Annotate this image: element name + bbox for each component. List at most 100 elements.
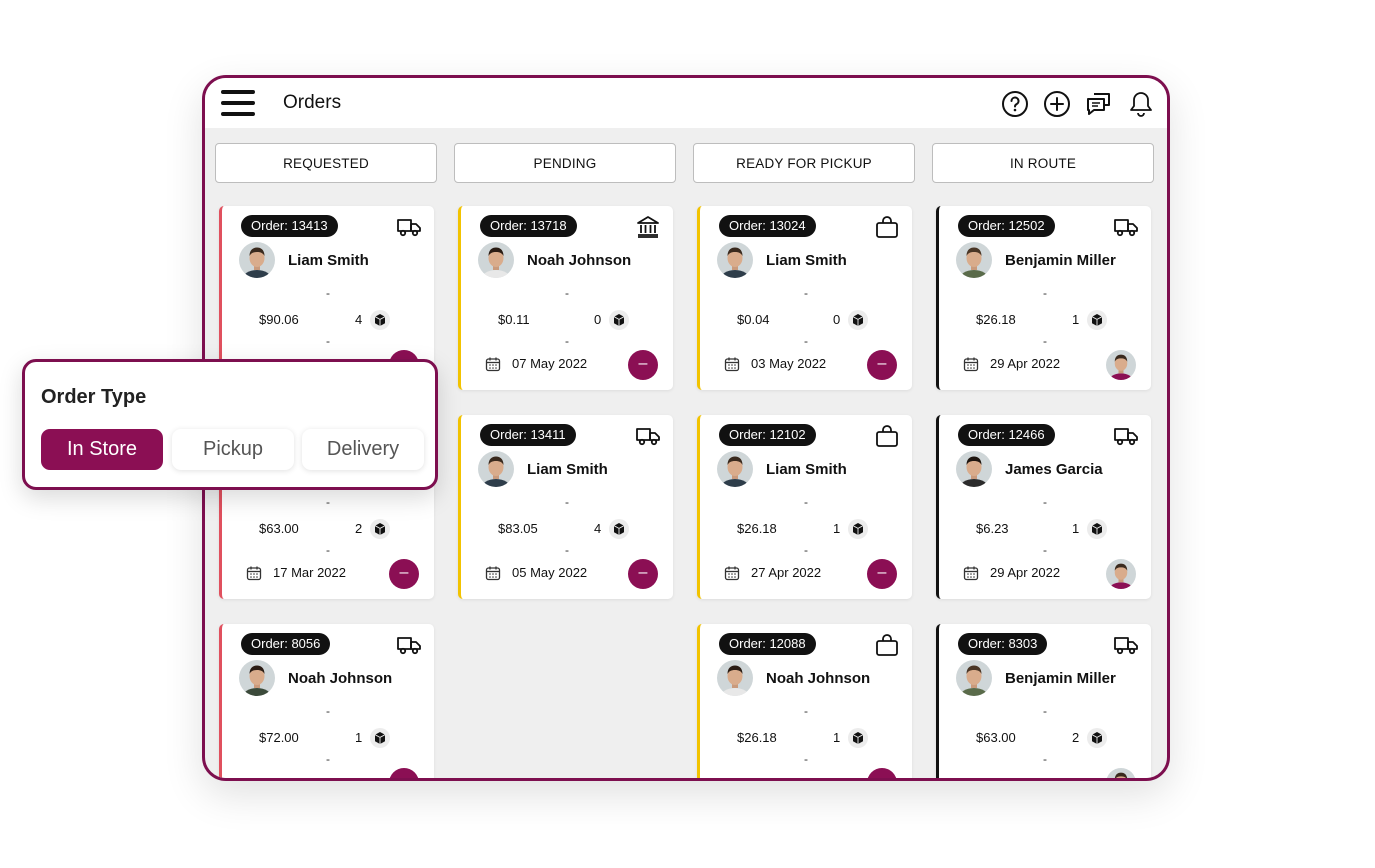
driver-avatar[interactable] (1106, 559, 1136, 589)
order-card[interactable]: Order: 12088 Noah Johnson - $26.18 1 - – (697, 624, 912, 778)
driver-avatar[interactable] (1106, 768, 1136, 778)
order-card[interactable]: Order: 12466 James Garcia - $6.23 1 - 29 Apr 2… (936, 415, 1151, 599)
page-title: Orders (283, 92, 342, 113)
remove-order-button[interactable]: – (867, 559, 897, 589)
order-total: $0.11 (498, 312, 530, 327)
customer-name: Noah Johnson (527, 252, 632, 269)
customer-name: Liam Smith (766, 252, 847, 269)
remove-order-button[interactable]: – (389, 559, 419, 589)
item-count: 4 (355, 312, 363, 327)
chat-icon[interactable] (1085, 90, 1113, 118)
separator: - (1043, 752, 1047, 766)
separator: - (804, 752, 808, 766)
customer-name: Liam Smith (766, 461, 847, 478)
box-icon (370, 728, 390, 748)
column-pending[interactable]: PENDING (454, 143, 676, 183)
customer-name: Benjamin Miller (1005, 670, 1116, 687)
item-count: 1 (1072, 521, 1080, 536)
box-icon (848, 310, 868, 330)
separator: - (326, 752, 330, 766)
column-ready-for-pickup[interactable]: READY FOR PICKUP (693, 143, 915, 183)
column-requested[interactable]: REQUESTED (215, 143, 437, 183)
avatar (956, 242, 992, 278)
truck-icon (635, 423, 661, 449)
menu-icon[interactable] (221, 90, 255, 116)
calendar-icon (724, 565, 740, 581)
remove-order-button[interactable]: – (628, 350, 658, 380)
pickup-option[interactable]: Pickup (172, 429, 294, 470)
order-card[interactable]: Order: 13024 Liam Smith - $0.04 0 - 03 May 202… (697, 206, 912, 390)
avatar (956, 451, 992, 487)
delivery-option[interactable]: Delivery (302, 429, 424, 470)
order-date: 07 May 2022 (512, 356, 588, 371)
bag-icon (874, 214, 900, 240)
separator: - (1043, 334, 1047, 348)
separator: - (565, 543, 569, 557)
customer-name: Noah Johnson (766, 670, 871, 687)
separator: - (565, 286, 569, 300)
separator: - (326, 334, 330, 348)
driver-avatar[interactable] (1106, 350, 1136, 380)
box-icon (848, 728, 868, 748)
item-count: 1 (355, 730, 363, 745)
order-card[interactable]: Order: 8303 Benjamin Miller - $63.00 2 - (936, 624, 1151, 778)
separator: - (804, 334, 808, 348)
separator: - (1043, 543, 1047, 557)
avatar (717, 451, 753, 487)
box-icon (1087, 728, 1107, 748)
bell-icon[interactable] (1127, 90, 1155, 118)
separator: - (326, 495, 330, 509)
remove-order-button[interactable]: – (867, 768, 897, 778)
add-icon[interactable] (1043, 90, 1071, 118)
box-icon (370, 519, 390, 539)
box-icon (848, 519, 868, 539)
customer-name: James Garcia (1005, 461, 1103, 478)
in-store-option[interactable]: In Store (41, 429, 163, 470)
order-card[interactable]: Order: 8056 Noah Johnson - $72.00 1 - – (219, 624, 434, 778)
calendar-icon (485, 565, 501, 581)
order-total: $26.18 (737, 521, 777, 536)
item-count: 0 (833, 312, 841, 327)
separator: - (804, 286, 808, 300)
avatar (717, 660, 753, 696)
order-number: Order: 13411 (480, 424, 576, 446)
avatar (956, 660, 992, 696)
remove-order-button[interactable]: – (628, 559, 658, 589)
separator: - (565, 495, 569, 509)
top-bar: Orders (205, 78, 1167, 128)
separator: - (326, 704, 330, 718)
order-card[interactable]: Order: 13718 Noah Johnson - $0.11 0 - 07 May 2… (458, 206, 673, 390)
order-date: 17 Mar 2022 (273, 565, 346, 580)
separator: - (326, 286, 330, 300)
box-icon (609, 519, 629, 539)
order-total: $6.23 (976, 521, 1009, 536)
customer-name: Benjamin Miller (1005, 252, 1116, 269)
truck-icon (1113, 423, 1139, 449)
order-total: $0.04 (737, 312, 770, 327)
calendar-icon (724, 356, 740, 372)
order-number: Order: 8056 (241, 633, 331, 655)
order-number: Order: 13718 (480, 215, 577, 237)
box-icon (370, 310, 390, 330)
item-count: 4 (594, 521, 602, 536)
help-icon[interactable] (1001, 90, 1029, 118)
column-in-route[interactable]: IN ROUTE (932, 143, 1154, 183)
avatar (478, 242, 514, 278)
calendar-icon (246, 565, 262, 581)
order-total: $83.05 (498, 521, 538, 536)
remove-order-button[interactable]: – (389, 768, 419, 778)
order-card[interactable]: Order: 12502 Benjamin Miller - $26.18 1 - 29 A… (936, 206, 1151, 390)
separator: - (804, 495, 808, 509)
separator: - (565, 334, 569, 348)
order-total: $90.06 (259, 312, 299, 327)
order-card[interactable]: Order: 12102 Liam Smith - $26.18 1 - 27 Apr 20… (697, 415, 912, 599)
order-number: Order: 13024 (719, 215, 816, 237)
order-card[interactable]: Order: 13411 Liam Smith - $83.05 4 - 05 May 20… (458, 415, 673, 599)
popup-title: Order Type (41, 386, 147, 408)
order-number: Order: 12102 (719, 424, 816, 446)
separator: - (804, 704, 808, 718)
order-total: $63.00 (976, 730, 1016, 745)
remove-order-button[interactable]: – (867, 350, 897, 380)
avatar (478, 451, 514, 487)
item-count: 1 (1072, 312, 1080, 327)
